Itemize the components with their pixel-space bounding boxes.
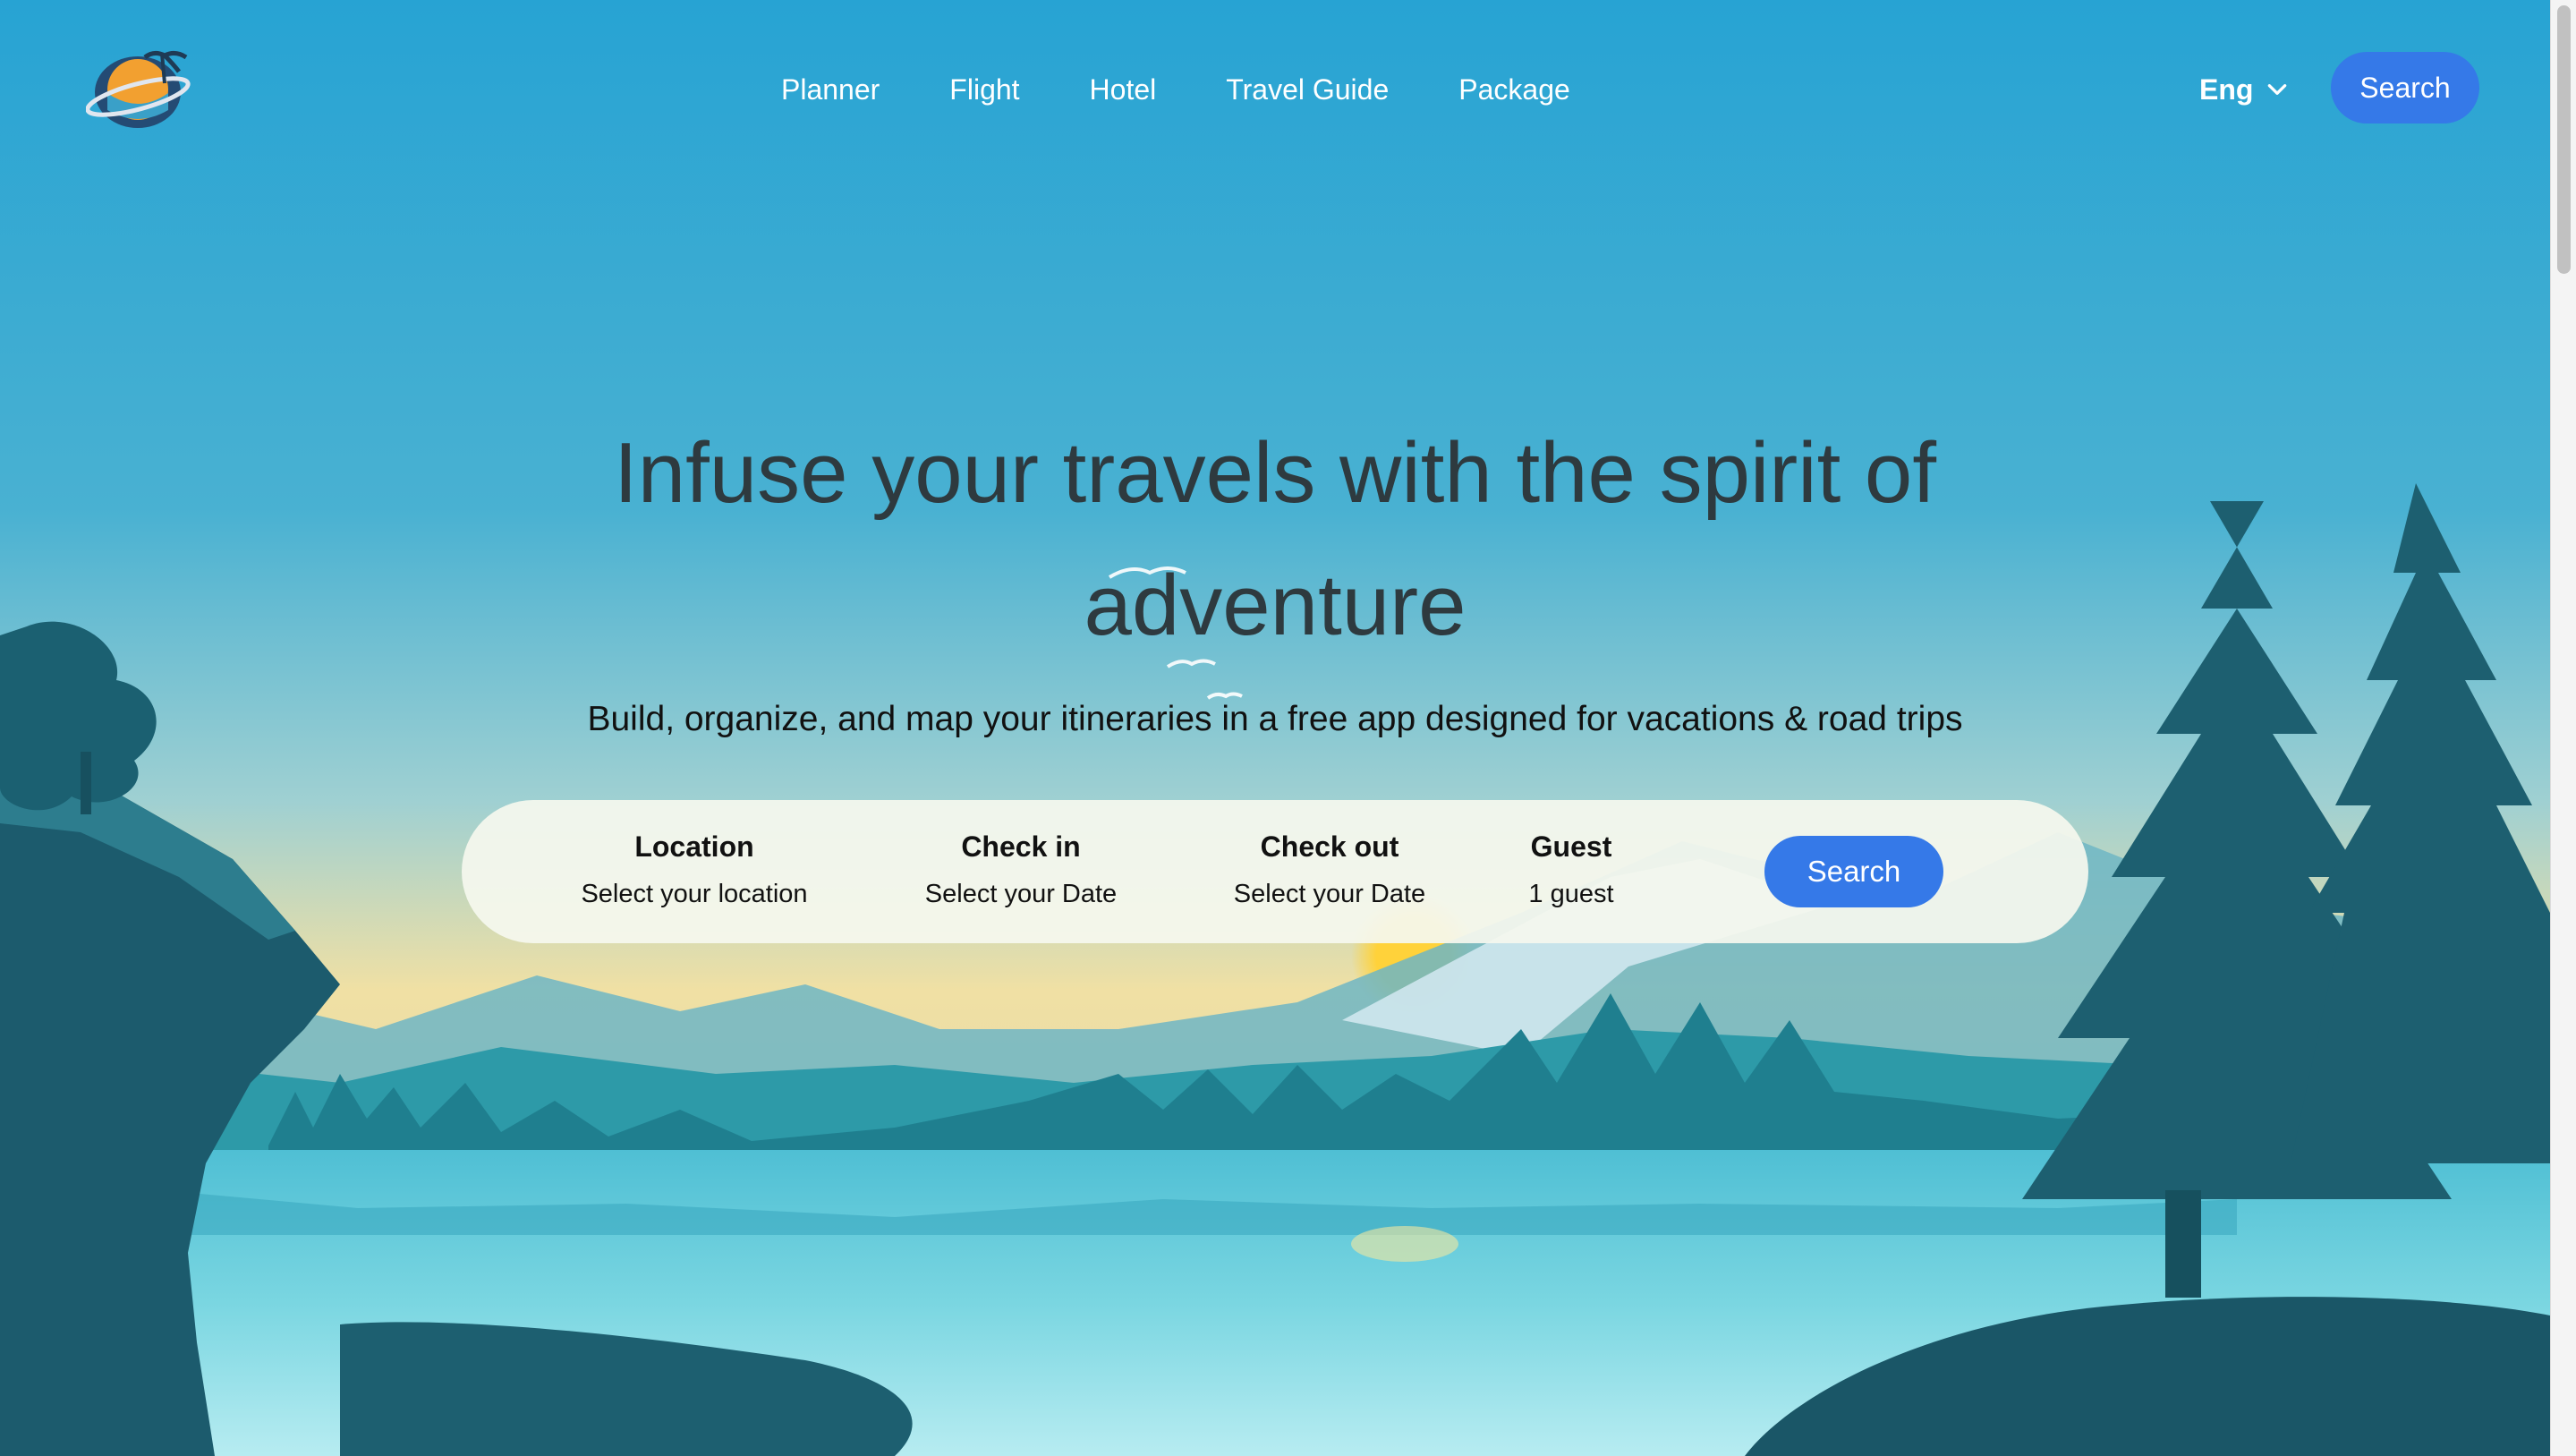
nav-travel-guide[interactable]: Travel Guide: [1226, 70, 1389, 109]
booking-search-button[interactable]: Search: [1764, 836, 1943, 907]
nav-flight[interactable]: Flight: [949, 70, 1019, 109]
checkout-label: Check out: [1260, 830, 1399, 863]
nav-planner[interactable]: Planner: [781, 70, 880, 109]
location-field[interactable]: Location Select your location: [560, 827, 829, 913]
location-label: Location: [634, 830, 754, 863]
checkout-value: Select your Date: [1233, 880, 1426, 908]
language-label: Eng: [2199, 73, 2254, 106]
hero-subtitle: Build, organize, and map your itinerarie…: [587, 700, 1963, 738]
header-search-button[interactable]: Search: [2331, 52, 2479, 123]
brand-logo-icon[interactable]: [85, 43, 193, 132]
nav-hotel[interactable]: Hotel: [1090, 70, 1157, 109]
main-nav: Planner Flight Hotel Travel Guide Packag…: [781, 70, 1640, 109]
checkout-field[interactable]: Check out Select your Date: [1209, 827, 1450, 913]
language-selector[interactable]: Eng: [2199, 70, 2289, 109]
checkin-value: Select your Date: [924, 880, 1118, 908]
guest-field[interactable]: Guest 1 guest: [1491, 827, 1652, 913]
booking-search-bar: Location Select your location Check in S…: [462, 800, 2088, 943]
checkin-label: Check in: [961, 830, 1081, 863]
page-scrollbar[interactable]: [2550, 0, 2576, 1456]
nav-package[interactable]: Package: [1458, 70, 1570, 109]
hero-title: Infuse your travels with the spirit of a…: [614, 425, 1936, 653]
location-value: Select your location: [581, 880, 808, 908]
guest-value: 1 guest: [1528, 880, 1614, 908]
guest-label: Guest: [1530, 830, 1612, 863]
checkin-field[interactable]: Check in Select your Date: [900, 827, 1142, 913]
scrollbar-thumb[interactable]: [2557, 5, 2571, 274]
chevron-down-icon: [2268, 84, 2287, 95]
